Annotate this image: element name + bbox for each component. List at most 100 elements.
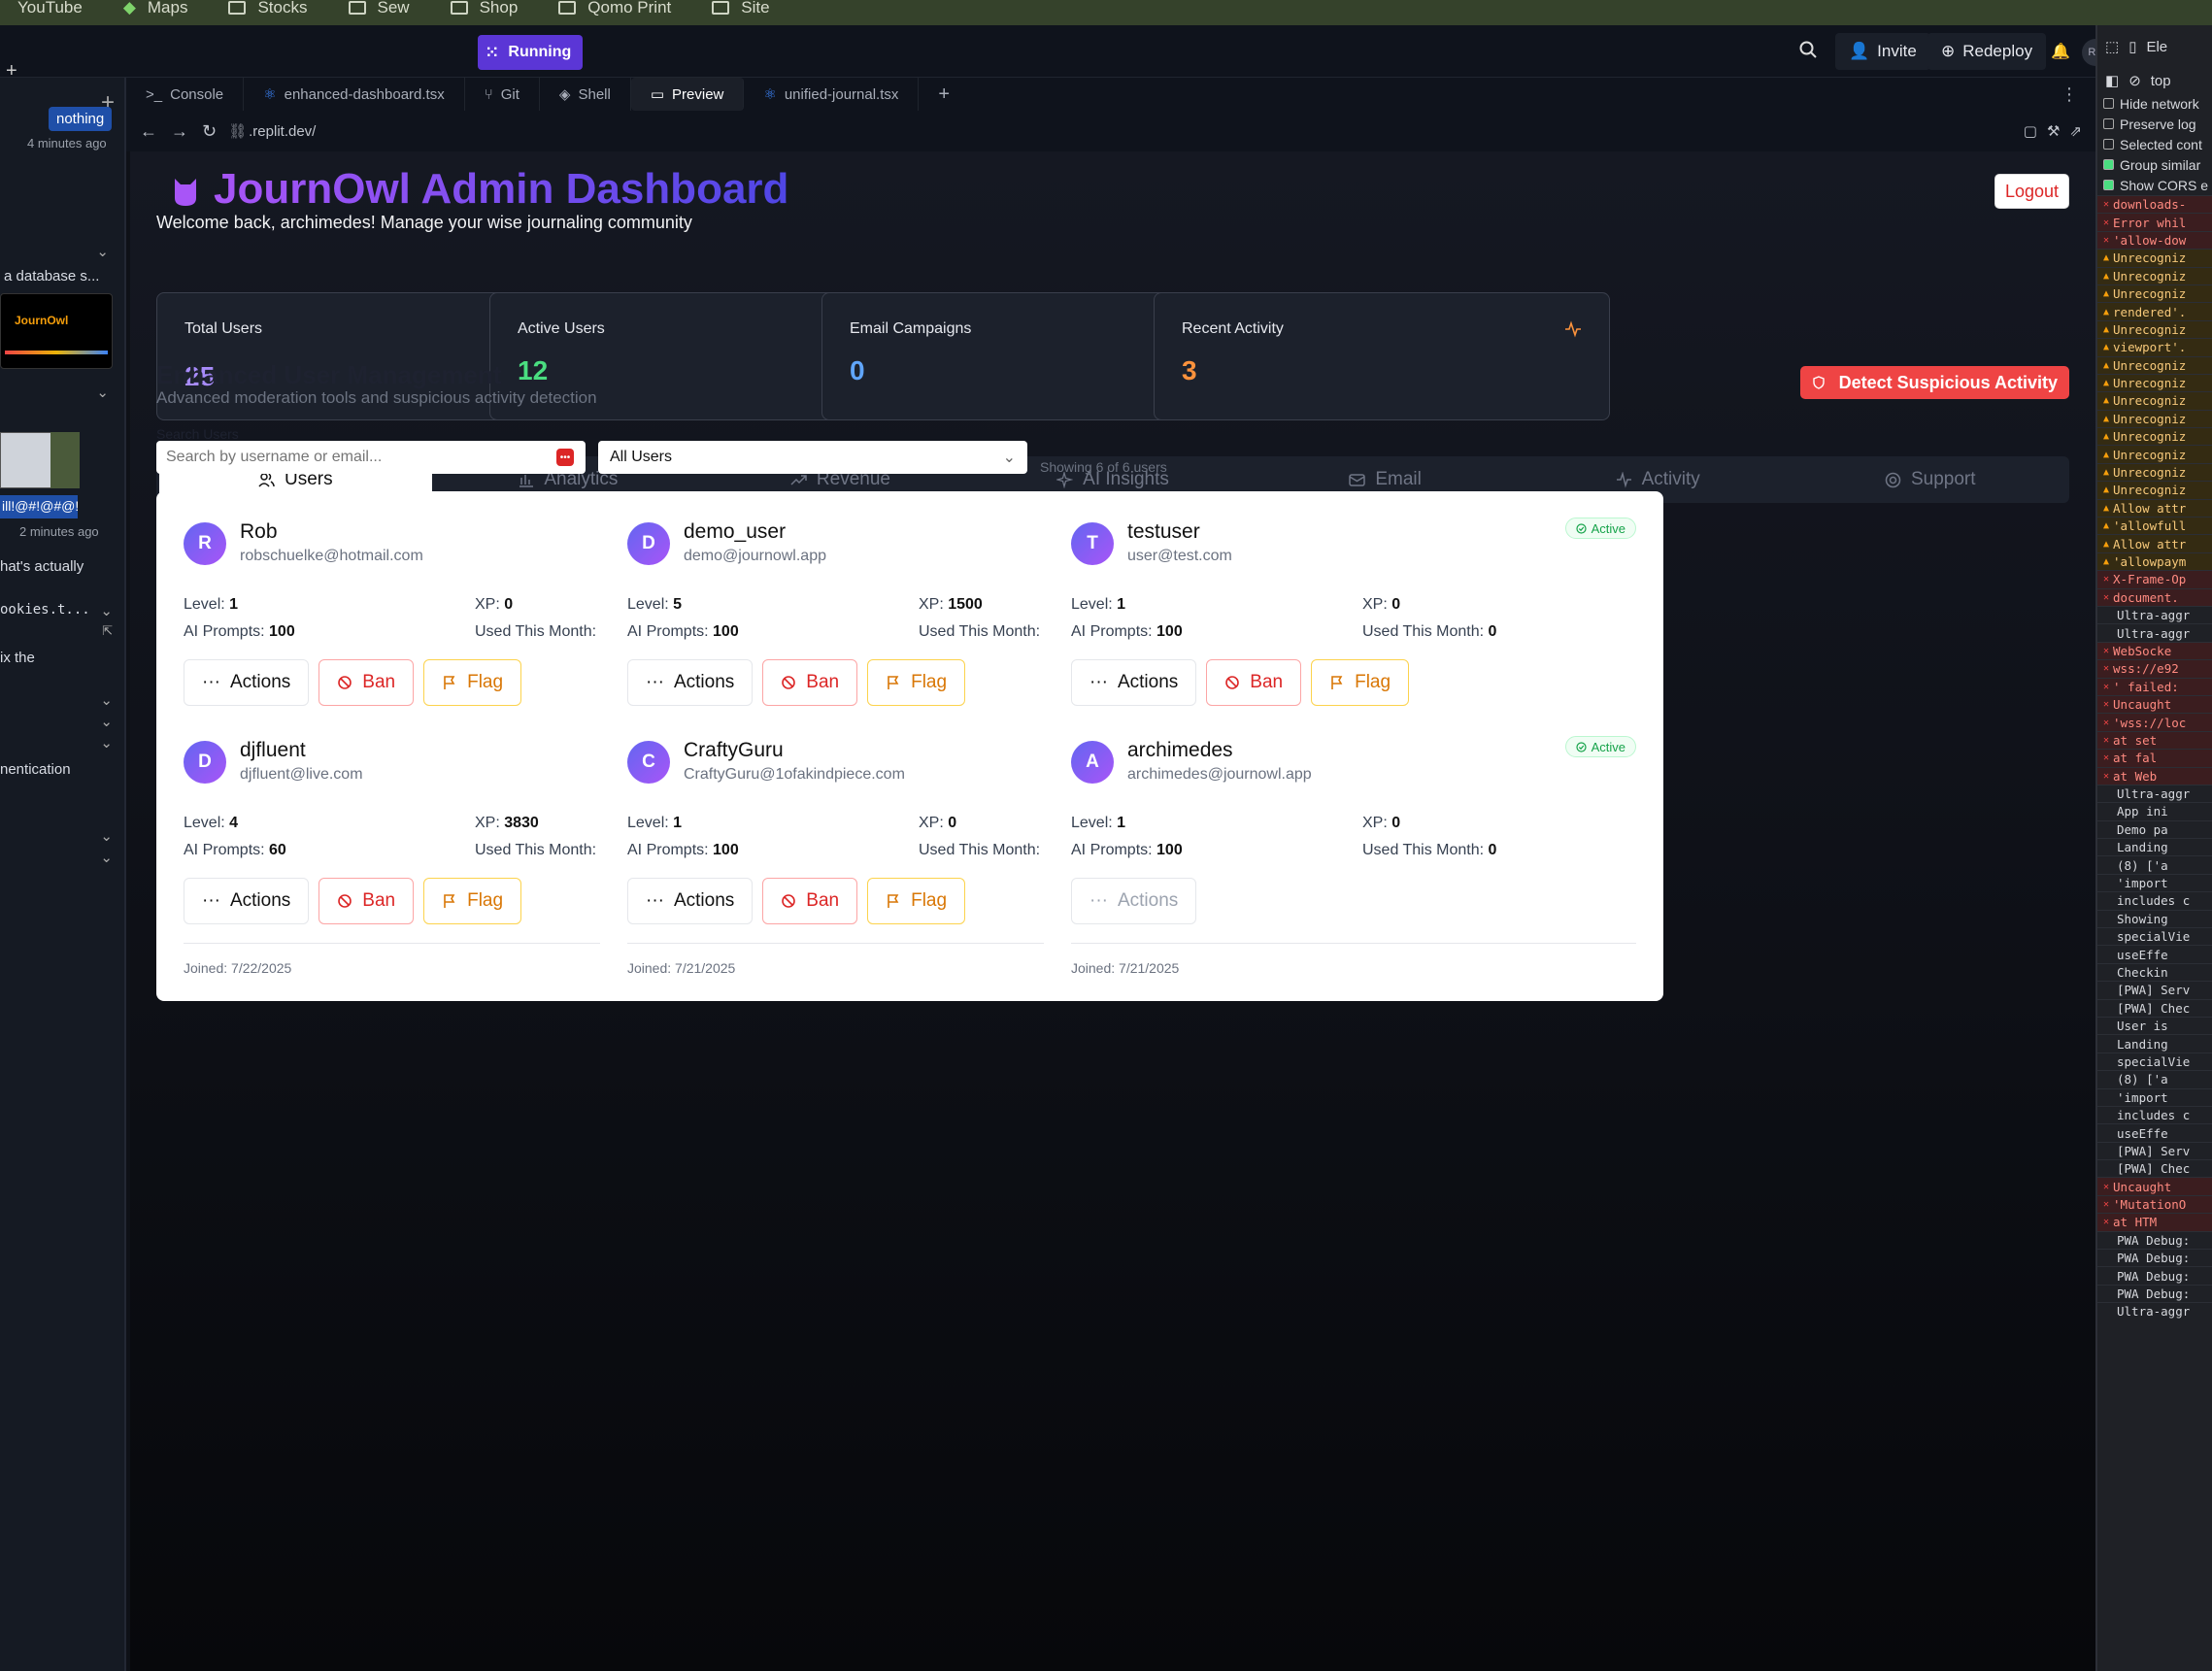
ban-button[interactable]: Ban [318,659,415,706]
console-message[interactable]: ✕'wss://loc [2097,713,2212,731]
reload-icon[interactable]: ↻ [202,121,217,142]
tab-git[interactable]: ⑂ Git [465,78,540,111]
external-link-icon[interactable]: ⇗ [2069,122,2095,140]
actions-button[interactable]: ··· Actions [627,878,754,924]
console-message[interactable]: User is [2097,1016,2212,1034]
open-icon[interactable]: ⇱ [102,623,113,639]
detect-suspicious-button[interactable]: Detect Suspicious Activity [1799,366,2069,399]
console-message[interactable]: 'import [2097,1087,2212,1106]
console-message[interactable]: ✕ Uncaught [2097,1177,2212,1195]
console-message[interactable]: Showing [2097,909,2212,927]
search-field[interactable]: ••• [156,441,586,474]
file-reference[interactable]: ookies.t... [0,602,90,618]
tab-unified-journal[interactable]: ⚛ unified-journal.tsx [744,78,920,111]
actions-button[interactable]: ··· Actions [184,659,310,706]
context-select[interactable]: top [2151,73,2171,89]
search-icon[interactable] [1798,40,1818,59]
ban-button[interactable]: Ban [762,878,858,924]
screenshot-thumbnail[interactable]: JournOwl [0,293,113,369]
console-message[interactable]: ✕ at fal [2097,749,2212,767]
console-message[interactable]: ▲ Unrecogniz [2097,445,2212,463]
console-message[interactable]: ▲ rendered'. [2097,302,2212,320]
console-message[interactable]: ✕ Error whil [2097,213,2212,231]
search-input[interactable] [166,449,535,466]
bookmark-stocks[interactable]: Stocks [211,0,324,17]
console-message[interactable]: ✕ X-Frame-Op [2097,570,2212,588]
console-message[interactable]: Landing [2097,838,2212,855]
console-message[interactable]: [PWA] Serv [2097,1141,2212,1159]
tab-shell[interactable]: ◈ Shell [540,78,631,111]
tools-icon[interactable]: ⚒ [2047,122,2069,140]
bookmark-qomo[interactable]: Qomo Print [541,0,688,17]
device-icon[interactable]: ▯ [2128,38,2136,55]
console-message[interactable]: Ultra-aggr [2097,784,2212,802]
console-message[interactable]: (8) ['a [2097,1070,2212,1087]
actions-button[interactable]: ··· Actions [184,878,310,924]
console-message[interactable]: ▲ Unrecogniz [2097,373,2212,392]
chevron-down-icon[interactable]: ⌄ [96,384,109,401]
console-message[interactable]: App ini [2097,802,2212,819]
chevron-down-icon[interactable]: ⌄ [100,691,113,709]
more-icon[interactable]: ⋮ [2061,84,2095,105]
tab-support[interactable]: Support [1793,459,2066,500]
console-message[interactable]: [PWA] Serv [2097,981,2212,998]
logout-button[interactable]: Logout [1994,174,2069,209]
console-message[interactable]: ▲ Unrecogniz [2097,266,2212,284]
console-message[interactable]: ▲ Unrecogniz [2097,427,2212,446]
chevron-down-icon[interactable]: ⌄ [100,713,113,730]
bookmark-maps[interactable]: ◆ Maps [106,0,206,17]
flag-button[interactable]: Flag [867,659,966,706]
console-message[interactable]: PWA Debug: [2097,1284,2212,1302]
screenshot-thumbnail[interactable] [50,432,80,488]
console-message[interactable]: ▲ Unrecogniz [2097,319,2212,339]
tab-console[interactable]: >_ Console [126,78,245,111]
run-status-button[interactable]: ⁙ Running [478,35,584,70]
console-message[interactable]: ✕ at Web [2097,766,2212,785]
console-message[interactable]: PWA Debug: [2097,1249,2212,1266]
console-message[interactable]: Ultra-aggr [2097,623,2212,641]
console-message[interactable]: (8) ['a [2097,855,2212,873]
checkbox-icon[interactable] [2103,180,2114,190]
bookmark-youtube[interactable]: YouTube [0,0,100,17]
console-message[interactable]: Checkin [2097,962,2212,981]
console-message[interactable]: useEffe [2097,945,2212,962]
console-message[interactable]: PWA Debug: [2097,1266,2212,1284]
flag-button[interactable]: Flag [867,878,966,924]
console-message[interactable]: ✕ document. [2097,587,2212,606]
console-message[interactable]: Ultra-aggr [2097,1302,2212,1320]
url-input[interactable]: .replit.dev/ [249,123,316,140]
console-message[interactable]: ▲ Unrecogniz [2097,409,2212,428]
console-message[interactable]: ▲ Unrecogniz [2097,462,2212,482]
console-message[interactable]: ▲'allowpaym [2097,551,2212,571]
console-message[interactable]: ✕'allow-dow [2097,230,2212,250]
console-option[interactable]: Preserve log [2097,114,2212,134]
chevron-down-icon[interactable]: ⌄ [100,602,113,619]
actions-button[interactable]: ··· Actions [627,659,754,706]
console-message[interactable]: ✕ Uncaught [2097,694,2212,714]
flag-button[interactable]: Flag [423,878,522,924]
console-option[interactable]: Show CORS e [2097,175,2212,195]
console-message[interactable]: ▲ Unrecogniz [2097,391,2212,410]
chevron-down-icon[interactable]: ⌄ [100,849,113,866]
console-message[interactable]: ▲'allowfull [2097,517,2212,535]
console-message[interactable]: ▲ Unrecogniz [2097,355,2212,374]
console-message[interactable]: [PWA] Chec [2097,1159,2212,1177]
flag-button[interactable]: Flag [423,659,522,706]
console-message[interactable]: useEffe [2097,1123,2212,1141]
user-filter-select[interactable]: All Users ⌄ [598,441,1027,474]
console-message[interactable]: ▲ Allow attr [2097,534,2212,552]
console-message[interactable]: Ultra-aggr [2097,605,2212,623]
chevron-down-icon[interactable]: ⌄ [100,734,113,752]
bookmark-sew[interactable]: Sew [331,0,427,17]
console-message[interactable]: ✕ at HTM [2097,1213,2212,1231]
console-message[interactable]: Demo pa [2097,819,2212,838]
console-message[interactable]: ✕ ' failed: [2097,677,2212,695]
ban-button[interactable]: Ban [762,659,858,706]
sidebar-icon[interactable]: ◧ [2105,72,2119,89]
chevron-down-icon[interactable]: ⌄ [96,243,109,260]
actions-button[interactable]: ··· Actions [1071,878,1197,924]
console-message[interactable]: ✕ WebSocke [2097,641,2212,660]
clear-icon[interactable]: ⊘ [2128,72,2141,89]
checkbox-icon[interactable] [2103,118,2114,129]
password-manager-icon[interactable]: ••• [556,449,574,466]
